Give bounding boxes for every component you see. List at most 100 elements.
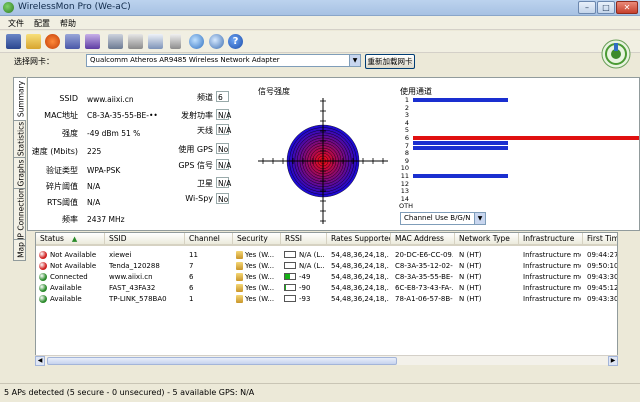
status-cell: Not Available <box>50 262 97 270</box>
status-dot-icon <box>39 295 47 303</box>
info-value: C8-3A-35-55-BE-•• <box>87 111 158 120</box>
rates-cell: 54,48,36,24,18,... <box>331 273 389 281</box>
help-icon[interactable]: ? <box>228 34 243 49</box>
column-header[interactable]: Network Type <box>455 233 519 246</box>
channel-usage-bar <box>413 140 508 145</box>
nettype-cell: N (HT) <box>459 284 482 292</box>
column-header-label: Status <box>40 234 64 243</box>
nettype-cell: N (HT) <box>459 251 482 259</box>
first-cell: 09:45:12 2 <box>587 284 618 292</box>
rssi-cell: N/A (L... <box>299 251 325 259</box>
tab-map[interactable]: Map <box>13 239 26 261</box>
column-header[interactable]: Channel <box>185 233 233 246</box>
mac-cell: 78-A1-06-57-8B-... <box>395 295 453 303</box>
column-header[interactable]: First Time <box>583 233 617 246</box>
checklist-icon[interactable] <box>148 34 163 49</box>
status-cell: Not Available <box>50 251 97 259</box>
mac-cell: C8-3A-35-12-02-... <box>395 262 453 270</box>
mac-cell: 6C-E8-73-43-FA-... <box>395 284 453 292</box>
info-value: N/A <box>218 111 232 120</box>
table-row[interactable]: Available TP-LINK_578BA0 1 Yes (W... -93 54,4… <box>36 294 617 304</box>
lock-icon <box>236 284 243 292</box>
table-row[interactable]: Not Available xiewei 11 Yes (W... N/A (L... 5… <box>36 250 617 260</box>
close-button[interactable]: ✕ <box>616 1 638 14</box>
column-header-label: First Time <box>587 234 617 243</box>
rssi-cell: -49 <box>299 273 311 281</box>
channel-usage-bar <box>413 174 508 178</box>
adapter-dropdown[interactable]: Qualcomm Atheros AR9485 Wireless Network… <box>86 54 361 67</box>
column-header[interactable]: MAC Address <box>391 233 455 246</box>
status-dot-icon <box>39 284 47 292</box>
info-label: RTS阈值 <box>47 198 78 207</box>
signal-strength-chart <box>258 98 388 224</box>
reload-adapter-button[interactable]: 重新加载网卡 <box>365 54 415 69</box>
table-row[interactable]: Connected www.aiixi.cn 6 Yes (W... -49 54,48,… <box>36 272 617 282</box>
table-row[interactable]: Not Available Tenda_120288 7 Yes (W... N/A (… <box>36 261 617 271</box>
lock-icon <box>236 262 243 270</box>
globe-icon[interactable] <box>189 34 204 49</box>
info-label: 验证类型 <box>46 166 78 175</box>
network-icon[interactable] <box>65 34 80 49</box>
monitor-icon[interactable] <box>85 34 100 49</box>
column-header-label: Rates Supported <box>331 234 391 243</box>
info-label: 碎片阈值 <box>46 182 78 191</box>
column-header[interactable]: RSSI <box>281 233 327 246</box>
lock-icon <box>236 295 243 303</box>
info-label: 频率 <box>62 215 78 224</box>
ssid-cell: xiewei <box>109 251 132 259</box>
chevron-down-icon[interactable]: ▼ <box>349 55 360 66</box>
channel-usage-bar <box>413 98 508 102</box>
info-label: 卫星 <box>197 179 213 188</box>
scroll-thumb[interactable] <box>47 357 397 365</box>
table-row[interactable]: Available FAST_43FA32 6 Yes (W... -90 54,48,3… <box>36 283 618 293</box>
maximize-button[interactable]: □ <box>597 1 615 14</box>
export-icon[interactable] <box>108 34 123 49</box>
info-value: 2437 MHz <box>87 215 125 224</box>
menu-file[interactable]: 文件 <box>8 18 24 29</box>
menu-config[interactable]: 配置 <box>34 18 50 29</box>
column-header-label: Channel <box>189 234 220 243</box>
toolbar: ? <box>0 31 640 53</box>
column-header[interactable]: Infrastructure <box>519 233 583 246</box>
info-value: No <box>218 195 229 204</box>
scroll-left-button[interactable]: ◀ <box>35 356 45 366</box>
info-value: N/A <box>218 126 232 135</box>
channel-cell: 6 <box>189 273 194 281</box>
save-icon[interactable] <box>6 34 21 49</box>
minimize-button[interactable]: – <box>578 1 596 14</box>
menu-bar: 文件 配置 帮助 <box>0 16 640 30</box>
nettype-cell: N (HT) <box>459 262 482 270</box>
column-header[interactable]: Rates Supported <box>327 233 391 246</box>
column-header-label: Security <box>237 234 268 243</box>
vertical-tab-bar: Summary Statistics Graphs IP Connection … <box>13 77 26 261</box>
record-icon[interactable] <box>45 34 60 49</box>
column-header[interactable]: Status ▲ <box>36 233 105 246</box>
mobile-icon[interactable] <box>170 34 181 49</box>
infra-cell: Infrastructure mo... <box>523 273 581 281</box>
security-cell: Yes (W... <box>245 284 275 292</box>
adapter-label: 选择网卡： <box>14 57 54 66</box>
menu-help[interactable]: 帮助 <box>60 18 76 29</box>
column-header[interactable]: SSID <box>105 233 185 246</box>
info-label: 发射功率 <box>181 111 213 120</box>
rssi-cell: -93 <box>299 295 311 303</box>
column-header[interactable]: Security <box>233 233 281 246</box>
info-value: www.aiixi.cn <box>87 95 134 104</box>
print-icon[interactable] <box>128 34 143 49</box>
infra-cell: Infrastructure mo... <box>523 295 581 303</box>
lock-icon <box>236 251 243 259</box>
channel-label: OTH <box>399 202 413 211</box>
horizontal-scrollbar[interactable]: ◀ ▶ <box>35 355 618 366</box>
sort-ascending-icon: ▲ <box>71 235 78 243</box>
scroll-right-button[interactable]: ▶ <box>608 356 618 366</box>
info-value: N/A <box>87 182 101 191</box>
rssi-meter <box>284 262 296 269</box>
info-value: N/A <box>87 198 101 207</box>
refresh-globe-icon[interactable] <box>209 34 224 49</box>
info-label: 天线 <box>197 126 213 135</box>
channel-use-dropdown[interactable]: Channel Use B/G/N ▼ <box>400 212 486 225</box>
info-value: 225 <box>87 147 102 156</box>
channel-usage-bar <box>413 136 639 140</box>
open-icon[interactable] <box>26 34 41 49</box>
chevron-down-icon[interactable]: ▼ <box>474 213 485 224</box>
